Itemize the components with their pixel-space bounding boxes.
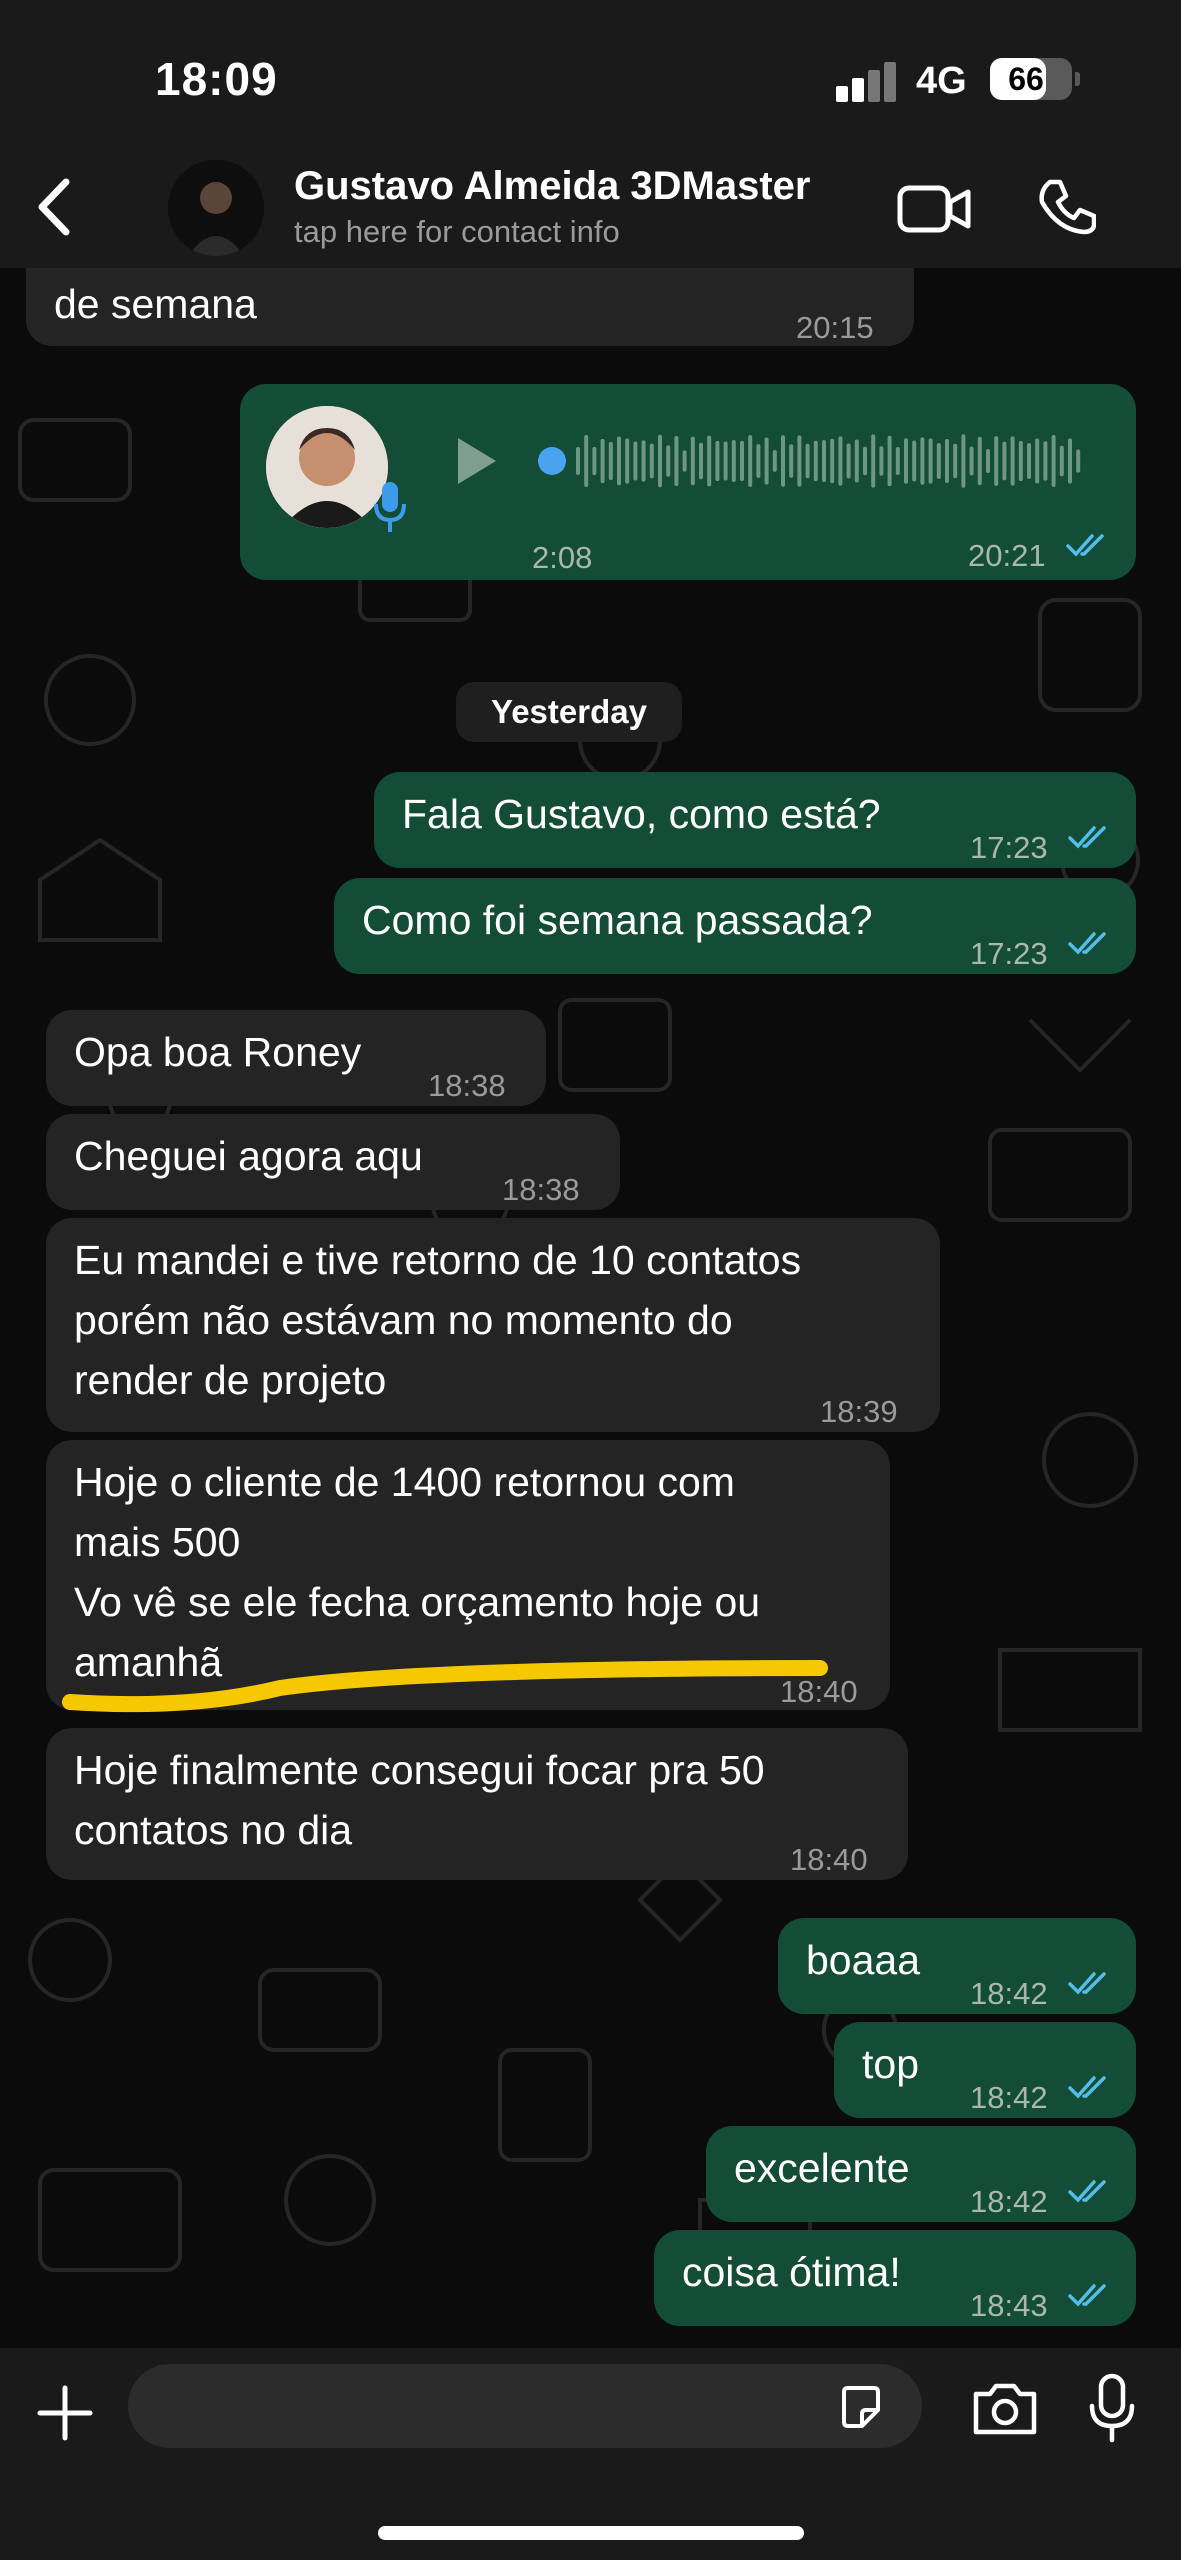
- video-call-icon[interactable]: [896, 182, 972, 236]
- message-outgoing[interactable]: excelente 18:42: [706, 2126, 1136, 2222]
- status-bar: 18:09 4G 66: [0, 0, 1181, 150]
- message-incoming[interactable]: Opa boa Roney 18:38: [46, 1010, 546, 1106]
- message-incoming[interactable]: de semana 20:15: [26, 268, 914, 346]
- camera-icon[interactable]: [970, 2378, 1040, 2438]
- read-receipt-icon: [1068, 826, 1106, 849]
- message-outgoing[interactable]: coisa ótima! 18:43: [654, 2230, 1136, 2326]
- voice-message[interactable]: 2:08 20:21: [240, 384, 1136, 580]
- message-time: 20:21: [968, 538, 1046, 573]
- contact-name[interactable]: Gustavo Almeida 3DMaster: [294, 164, 810, 209]
- network-type: 4G: [916, 60, 967, 102]
- chat-header: Gustavo Almeida 3DMaster tap here for co…: [0, 150, 1181, 268]
- read-receipt-icon: [1068, 2076, 1106, 2099]
- home-indicator: [378, 2526, 804, 2540]
- message-incoming[interactable]: Eu mandei e tive retorno de 10 contatos …: [46, 1218, 940, 1432]
- read-receipt-icon: [1066, 534, 1104, 557]
- read-receipt-icon: [1068, 2284, 1106, 2307]
- contact-info-hint[interactable]: tap here for contact info: [294, 214, 620, 250]
- back-chevron-icon[interactable]: [30, 172, 80, 242]
- message-outgoing[interactable]: boaaa 18:42: [778, 1918, 1136, 2014]
- read-receipt-icon: [1068, 2180, 1106, 2203]
- phone-icon[interactable]: [1036, 176, 1096, 236]
- battery-icon: 66: [990, 58, 1080, 100]
- sticker-icon[interactable]: [836, 2382, 886, 2432]
- voice-mic-icon[interactable]: [1086, 2372, 1138, 2444]
- message-input[interactable]: [128, 2364, 922, 2448]
- mic-icon: [374, 482, 406, 532]
- battery-level: 66: [1008, 61, 1044, 97]
- voice-waveform[interactable]: [536, 424, 1096, 498]
- message-outgoing[interactable]: Como foi semana passada? 17:23: [334, 878, 1136, 974]
- contact-avatar[interactable]: [168, 160, 264, 256]
- message-incoming[interactable]: Hoje finalmente consegui focar pra 50 co…: [46, 1728, 908, 1880]
- read-receipt-icon: [1068, 932, 1106, 955]
- message-list[interactable]: de semana 20:15 2:08 20:21 Yesterday Fal…: [0, 268, 1181, 2348]
- highlight-annotation: [62, 1660, 828, 1713]
- voice-sender-avatar: [266, 406, 388, 528]
- message-outgoing[interactable]: Fala Gustavo, como está? 17:23: [374, 772, 1136, 868]
- signal-icon: [836, 62, 898, 102]
- read-receipt-icon: [1068, 1972, 1106, 1995]
- day-separator: Yesterday: [456, 682, 682, 742]
- message-incoming[interactable]: Cheguei agora aqu 18:38: [46, 1114, 620, 1210]
- composer-bar: [0, 2348, 1181, 2560]
- voice-duration: 2:08: [532, 540, 593, 575]
- plus-icon[interactable]: [34, 2382, 96, 2444]
- play-icon[interactable]: [454, 434, 500, 488]
- status-time: 18:09: [155, 53, 278, 105]
- message-outgoing[interactable]: top 18:42: [834, 2022, 1136, 2118]
